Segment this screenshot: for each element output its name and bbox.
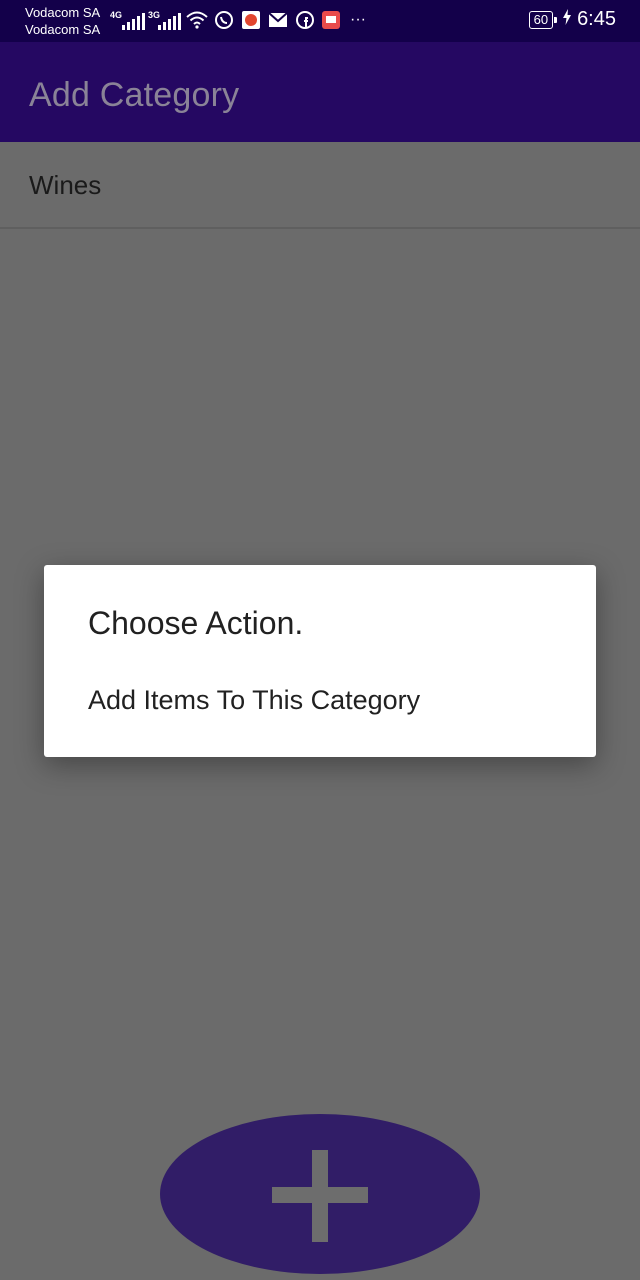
list-item[interactable]: Wines — [0, 142, 640, 229]
status-right: 60 6:45 — [528, 8, 616, 31]
status-bar: Vodacom SA Vodacom SA 4G 3G ··· 60 6:45 — [0, 0, 640, 42]
charging-icon — [563, 8, 572, 31]
more-icon: ··· — [350, 11, 366, 28]
facebook-icon — [294, 9, 316, 31]
clock: 6:45 — [577, 8, 616, 30]
signal-icon — [158, 12, 181, 30]
category-label: Wines — [29, 170, 102, 200]
carrier-2: Vodacom SA — [25, 22, 101, 37]
mail-icon — [267, 9, 289, 31]
add-items-option[interactable]: Add Items To This Category — [88, 685, 420, 716]
add-category-button[interactable] — [160, 1114, 480, 1274]
app-bar: Add Category — [0, 42, 640, 142]
whatsapp-icon — [213, 9, 235, 31]
carrier-info: Vodacom SA Vodacom SA — [25, 4, 100, 38]
message-app-icon — [320, 9, 342, 31]
network-type-1: 4G — [110, 10, 123, 20]
battery-icon: 60 — [528, 10, 558, 29]
page-title: Add Category — [29, 76, 240, 114]
wifi-icon — [186, 9, 208, 31]
action-dialog: Choose Action. Add Items To This Categor… — [44, 565, 596, 757]
signal-icon — [122, 12, 145, 30]
carrier-1: Vodacom SA — [25, 5, 101, 20]
notification-app-icon — [240, 9, 262, 31]
dialog-title: Choose Action. — [88, 605, 304, 641]
